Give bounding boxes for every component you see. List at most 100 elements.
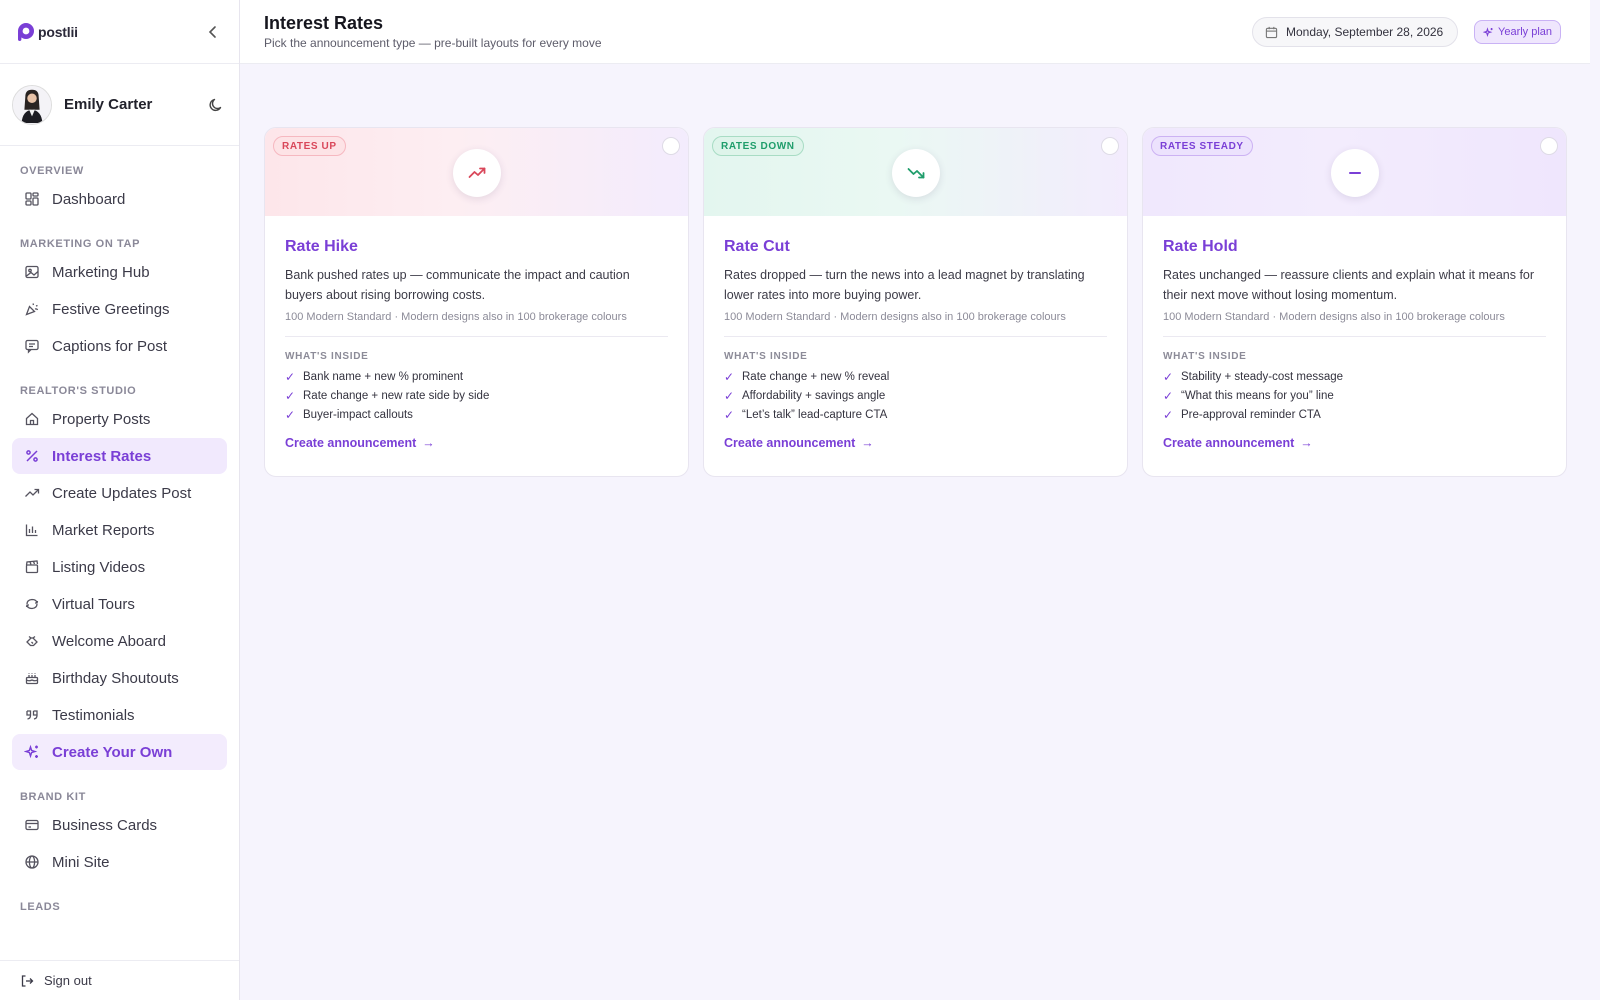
moon-icon [209,98,222,111]
sidebar-item-label: Captions for Post [52,337,168,355]
sign-out-button[interactable]: Sign out [0,960,239,1000]
plan-badge[interactable]: Yearly plan [1474,20,1562,44]
check-icon: ✓ [1163,407,1174,422]
sidebar-item-label: Business Cards [52,816,158,834]
card-rate-cut[interactable]: RATES DOWN Rate Cut Rates dropped — turn… [703,127,1128,477]
feature-text: Affordability + savings angle [742,389,886,402]
check-icon: ✓ [285,369,296,384]
arrow-right-icon: → [1300,436,1313,450]
trending-up-icon [452,149,501,197]
list-item: ✓ Rate change + new rate side by side [285,386,668,405]
card-hero: RATES DOWN [704,128,1127,216]
handshake-icon [24,633,40,649]
sidebar-item-property-posts[interactable]: Property Posts [12,401,227,437]
feature-list: ✓ Bank name + new % prominent ✓ Rate chang… [285,367,668,424]
create-announcement-link[interactable]: Create announcement → [1163,436,1313,450]
avatar[interactable] [12,84,52,125]
check-icon: ✓ [285,407,296,422]
sidebar-item-testimonials[interactable]: Testimonials [12,697,227,733]
section-label-leads: LEADS [20,901,61,913]
cta-label: Create announcement [1163,436,1295,450]
theme-toggle-button[interactable] [205,94,227,116]
sidebar-item-label: Create Your Own [52,743,173,761]
message-icon [24,338,40,354]
card-meta: 100 Modern Standard · Modern designs als… [1163,311,1546,337]
sidebar-item-marketing-hub[interactable]: Marketing Hub [12,254,227,290]
check-icon: ✓ [1163,388,1174,403]
select-radio[interactable] [662,137,680,155]
check-icon: ✓ [724,388,735,403]
brand-bar: postlii [0,0,239,64]
page-subtitle: Pick the announcement type — pre-built l… [264,36,602,50]
sidebar-item-captions[interactable]: Captions for Post [12,328,227,364]
check-icon: ✓ [1163,369,1174,384]
card-icon [24,817,40,833]
sidebar-nav: OVERVIEW Dashboard MARKETING ON TAP Mark… [0,146,239,916]
create-announcement-link[interactable]: Create announcement → [285,436,435,450]
list-item: ✓ “What this means for you” line [1163,386,1546,405]
cta-label: Create announcement [285,436,417,450]
card-body: Rate Hold Rates unchanged — reassure cli… [1143,216,1566,452]
card-description: Bank pushed rates up — communicate the i… [285,268,630,302]
logo-icon [18,22,34,41]
feature-text: Rate change + new % reveal [742,370,890,383]
feature-list: ✓ Rate change + new % reveal ✓ Affordabili… [724,367,1107,424]
list-item: ✓ Pre-approval reminder CTA [1163,405,1546,424]
percent-icon [24,448,40,464]
sidebar-item-birthday-shoutouts[interactable]: Birthday Shoutouts [12,660,227,696]
logo[interactable]: postlii [16,22,78,42]
sidebar-item-label: Birthday Shoutouts [52,669,179,687]
sidebar-item-market-reports[interactable]: Market Reports [12,512,227,548]
sidebar-item-create-updates[interactable]: Create Updates Post [12,475,227,511]
arrow-right-icon: → [422,436,435,450]
sidebar-item-mini-site[interactable]: Mini Site [12,844,227,880]
section-label-brand-kit: BRAND KIT [20,791,86,803]
select-radio[interactable] [1101,137,1119,155]
sidebar-item-label: Listing Videos [52,558,146,576]
card-rate-hold[interactable]: RATES STEADY Rate Hold Rates unchanged —… [1142,127,1567,477]
sidebar-item-welcome-aboard[interactable]: Welcome Aboard [12,623,227,659]
sidebar-item-label: Festive Greetings [52,300,170,318]
section-label-overview: OVERVIEW [20,165,84,177]
date-pill: Monday, September 28, 2026 [1252,17,1459,47]
status-badge: RATES DOWN [712,136,804,156]
check-icon: ✓ [724,369,735,384]
section-label-marketing: MARKETING ON TAP [20,238,141,250]
check-icon: ✓ [724,407,735,422]
rotate-icon [24,596,40,612]
sidebar-item-label: Welcome Aboard [52,632,166,650]
collapse-sidebar-button[interactable] [203,22,223,42]
card-title: Rate Hike [285,238,358,255]
feature-text: Stability + steady-cost message [1181,370,1344,383]
arrow-right-icon: → [861,436,874,450]
card-hero: RATES UP [265,128,688,216]
card-hero: RATES STEADY [1143,128,1566,216]
feature-text: Rate change + new rate side by side [303,389,490,402]
logo-text: postlii [38,23,78,40]
sign-out-label: Sign out [44,973,92,988]
profile-name: Emily Carter [64,96,153,113]
trending-down-icon [891,149,940,197]
create-announcement-link[interactable]: Create announcement → [724,436,874,450]
list-item: ✓ Bank name + new % prominent [285,367,668,386]
sidebar-item-virtual-tours[interactable]: Virtual Tours [12,586,227,622]
dashboard-icon [24,191,40,207]
top-bar: Interest Rates Pick the announcement typ… [240,0,1590,64]
sidebar-item-interest-rates[interactable]: Interest Rates [12,438,227,474]
whats-inside-label: WHAT'S INSIDE [724,351,808,362]
sidebar-item-label: Virtual Tours [52,595,135,613]
sidebar-item-dashboard[interactable]: Dashboard [12,181,227,217]
card-rate-hike[interactable]: RATES UP Rate Hike Bank pushed rates up … [264,127,689,477]
select-radio[interactable] [1540,137,1558,155]
sidebar: postlii Emily Carter OVERVIEW Dashboard [0,0,240,1000]
sparkles-icon [24,744,40,760]
sidebar-item-business-cards[interactable]: Business Cards [12,807,227,843]
sidebar-item-festive-greetings[interactable]: Festive Greetings [12,291,227,327]
sidebar-item-create-your-own[interactable]: Create Your Own [12,734,227,770]
status-badge: RATES STEADY [1151,136,1253,156]
list-item: ✓ “Let’s talk” lead-capture CTA [724,405,1107,424]
feature-text: Pre-approval reminder CTA [1181,408,1321,421]
chevron-left-icon [208,25,216,38]
whats-inside-label: WHAT'S INSIDE [1163,351,1247,362]
sidebar-item-listing-videos[interactable]: Listing Videos [12,549,227,585]
